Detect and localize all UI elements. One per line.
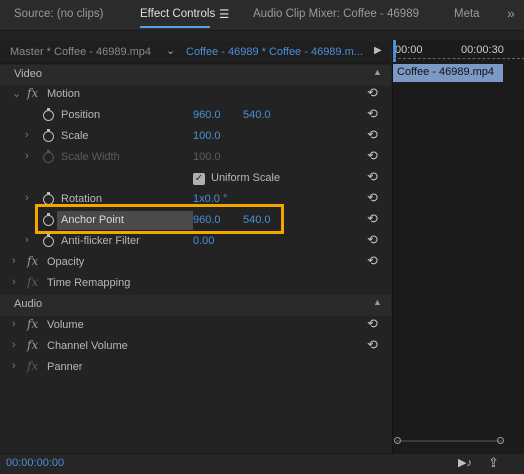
fx-icon: fx: [27, 359, 39, 373]
highlight-annotation-box: [35, 204, 284, 234]
volume-effect-row[interactable]: › fx Volume ⟲: [0, 316, 391, 337]
timeline-clip-label: Coffee - 46989.mp4: [397, 66, 495, 78]
zoom-handle-left[interactable]: [394, 437, 401, 444]
chevron-right-icon[interactable]: ›: [12, 276, 16, 288]
position-label: Position: [61, 109, 101, 121]
sequence-clip-label[interactable]: Coffee - 46989 * Coffee - 46989.m...: [186, 46, 363, 58]
anti-flicker-value[interactable]: 0.00: [193, 235, 214, 247]
audio-section-label: Audio: [14, 298, 43, 310]
reset-icon[interactable]: ⟲: [367, 106, 378, 122]
timeline-ruler: [393, 58, 524, 60]
more-tabs-icon[interactable]: »: [507, 5, 515, 21]
reset-icon[interactable]: ⟲: [367, 85, 378, 101]
master-clip-label[interactable]: Master * Coffee - 46989.mp4: [10, 46, 151, 58]
opacity-label: Opacity: [47, 256, 85, 268]
tab-metadata[interactable]: Meta: [454, 8, 480, 20]
chevron-right-icon[interactable]: ›: [25, 234, 29, 246]
current-timecode[interactable]: 00:00:00:00: [6, 457, 64, 469]
chevron-right-icon[interactable]: ›: [25, 192, 29, 204]
uniform-scale-label: Uniform Scale: [211, 172, 281, 184]
reset-icon[interactable]: ⟲: [367, 190, 378, 206]
stopwatch-icon[interactable]: [43, 129, 54, 142]
audio-section-header: Audio ▲: [0, 295, 391, 316]
timeline-end-timecode: 00:00:30: [461, 44, 504, 56]
fx-icon[interactable]: fx: [27, 338, 38, 352]
chevron-right-icon[interactable]: ›: [12, 339, 16, 351]
uniform-scale-row: ✓ Uniform Scale ⟲: [0, 169, 391, 190]
position-row: Position 960.0 540.0 ⟲: [0, 106, 391, 127]
collapse-up-icon[interactable]: ▲: [373, 67, 382, 77]
fx-icon[interactable]: fx: [27, 86, 38, 100]
reset-icon[interactable]: ⟲: [367, 148, 378, 164]
chevron-right-icon[interactable]: ›: [12, 360, 16, 372]
stopwatch-icon[interactable]: [43, 234, 54, 247]
chevron-right-icon[interactable]: ›: [12, 255, 16, 267]
collapse-up-icon[interactable]: ▲: [373, 297, 382, 307]
bottom-bar: 00:00:00:00 ▶♪ ⇪: [0, 453, 524, 474]
reset-icon[interactable]: ⟲: [367, 253, 378, 269]
scale-row: › Scale 100.0 ⟲: [0, 127, 391, 148]
motion-label: Motion: [47, 88, 81, 100]
opacity-effect-row[interactable]: › fx Opacity ⟲: [0, 253, 391, 274]
reset-icon[interactable]: ⟲: [367, 169, 378, 185]
anti-flicker-row: › Anti-flicker Filter 0.00 ⟲: [0, 232, 391, 253]
reset-icon[interactable]: ⟲: [367, 211, 378, 227]
chevron-down-icon[interactable]: ⌄: [166, 44, 175, 57]
panel-menu-icon[interactable]: ☰: [219, 7, 229, 21]
uniform-scale-checkbox[interactable]: ✓: [193, 173, 205, 185]
reset-icon[interactable]: ⟲: [367, 127, 378, 143]
time-remapping-effect-row[interactable]: › fx Time Remapping: [0, 274, 391, 295]
tab-audio-clip-mixer[interactable]: Audio Clip Mixer: Coffee - 46989: [253, 8, 419, 20]
stopwatch-icon: [43, 150, 54, 163]
scale-label: Scale: [61, 130, 89, 142]
time-remapping-label: Time Remapping: [47, 277, 131, 289]
video-section-header: Video ▲: [0, 65, 391, 86]
clip-header: Master * Coffee - 46989.mp4 ⌄ Coffee - 4…: [0, 41, 391, 64]
fx-icon[interactable]: fx: [27, 254, 38, 268]
timeline-start-timecode: 00:00: [395, 44, 423, 56]
scale-width-row: › Scale Width 100.0 ⟲: [0, 148, 391, 169]
channel-volume-label: Channel Volume: [47, 340, 128, 352]
scale-width-label: Scale Width: [61, 151, 120, 163]
timeline-clip[interactable]: Coffee - 46989.mp4: [393, 64, 503, 82]
position-y-value[interactable]: 540.0: [243, 109, 271, 121]
scale-width-value: 100.0: [193, 151, 221, 163]
effect-timeline[interactable]: 00:00 00:00:30: [392, 40, 524, 453]
active-tab-indicator: [140, 26, 210, 28]
timeline-zoom-bar[interactable]: [396, 440, 502, 442]
panner-effect-row[interactable]: › fx Panner: [0, 358, 391, 379]
export-icon[interactable]: ⇪: [488, 455, 499, 471]
panel-tab-bar: Source: (no clips) Effect Controls ☰ Aud…: [0, 0, 524, 31]
reset-icon[interactable]: ⟲: [367, 316, 378, 332]
reset-icon[interactable]: ⟲: [367, 232, 378, 248]
chevron-down-icon[interactable]: ⌄: [12, 87, 21, 100]
zoom-handle-right[interactable]: [497, 437, 504, 444]
tab-effect-controls[interactable]: Effect Controls: [140, 8, 215, 20]
chevron-right-icon[interactable]: ›: [12, 318, 16, 330]
reset-icon[interactable]: ⟲: [367, 337, 378, 353]
fx-icon[interactable]: fx: [27, 317, 38, 331]
tab-source[interactable]: Source: (no clips): [14, 8, 103, 20]
motion-effect-row[interactable]: ⌄ fx Motion ⟲: [0, 85, 391, 106]
anti-flicker-label: Anti-flicker Filter: [61, 235, 140, 247]
volume-label: Volume: [47, 319, 84, 331]
scale-value[interactable]: 100.0: [193, 130, 221, 142]
video-section-label: Video: [14, 68, 42, 80]
play-audio-icon[interactable]: ▶♪: [458, 456, 472, 469]
fx-icon: fx: [27, 275, 39, 289]
play-icon[interactable]: ▶: [374, 45, 382, 56]
channel-volume-effect-row[interactable]: › fx Channel Volume ⟲: [0, 337, 391, 358]
stopwatch-icon[interactable]: [43, 108, 54, 121]
chevron-right-icon: ›: [25, 150, 29, 162]
chevron-right-icon[interactable]: ›: [25, 129, 29, 141]
panner-label: Panner: [47, 361, 83, 373]
position-x-value[interactable]: 960.0: [193, 109, 221, 121]
